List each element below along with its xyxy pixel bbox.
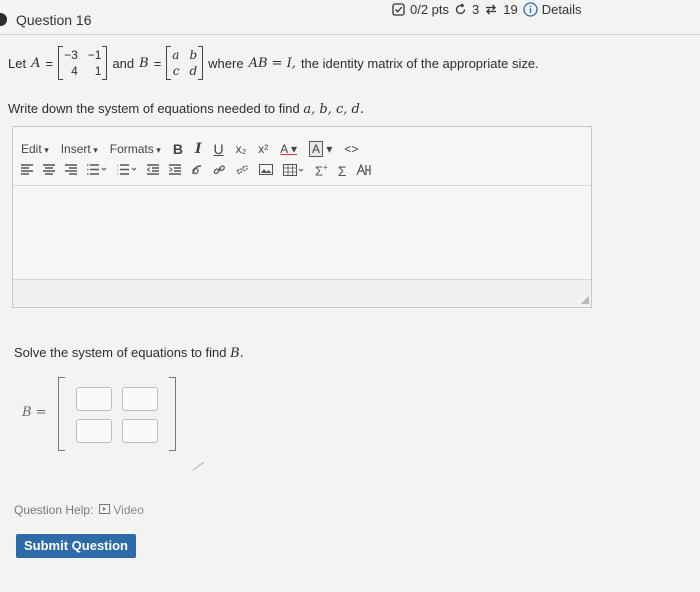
edit-menu[interactable]: Edit [21, 142, 49, 156]
a-label: A [31, 55, 41, 71]
points-icon [392, 2, 405, 16]
editor-status-bar [13, 279, 591, 306]
attempts-count: 19 [503, 1, 518, 17]
matrix-entry-c[interactable] [76, 419, 112, 443]
matrix-b-cell: c [172, 64, 180, 78]
matrix-a-cell: −1 [87, 48, 102, 62]
video-label: Video [113, 503, 144, 517]
where-text: where [208, 55, 244, 71]
bullet-list-icon[interactable] [87, 164, 107, 178]
align-center-icon[interactable] [43, 164, 55, 178]
increase-indent-icon[interactable] [169, 164, 181, 178]
editor-toolbar-row-2: Σ+ Σ [21, 162, 372, 179]
question-help: Question Help: Video [14, 503, 144, 517]
source-code-button[interactable]: <> [344, 142, 358, 156]
instruction-vars: a, b, c, d. [303, 102, 364, 117]
numbered-list-icon[interactable] [116, 164, 137, 178]
question-header-info: 0/2 pts 3 19 Details [392, 0, 581, 18]
identity-equation: AB = I, [248, 55, 296, 71]
editor-toolbar-row-1: Edit Insert Formats B I U x₂ x² A ▾ A ▾ … [21, 141, 358, 157]
video-link[interactable]: Video [99, 503, 144, 517]
editor-content-area[interactable] [13, 186, 591, 278]
matrix-a-cell: −3 [64, 48, 78, 62]
matrix-a-cell: 4 [71, 64, 78, 78]
background-color-label: A [309, 141, 324, 157]
align-right-icon[interactable] [65, 164, 77, 178]
unlink-icon[interactable] [236, 164, 249, 179]
sum-icon[interactable]: Σ [338, 163, 347, 179]
matrix-left-bracket [58, 377, 65, 451]
question-bullet [0, 13, 7, 26]
retry-icon [454, 2, 467, 16]
image-icon[interactable] [191, 164, 203, 179]
insert-image-icon[interactable] [259, 164, 273, 178]
pen-stroke-mark [192, 461, 205, 471]
let-prefix: Let [8, 55, 27, 71]
answer-prompt-text: Solve the system of equations to find [14, 345, 227, 360]
italic-button[interactable]: I [195, 141, 202, 157]
decrease-indent-icon[interactable] [146, 164, 159, 178]
points-text: 0/2 pts [410, 1, 450, 17]
accessibility-check-icon[interactable] [356, 162, 372, 179]
matrix-b-cell: b [189, 48, 198, 62]
question-title: Question 16 [16, 12, 92, 28]
underline-button[interactable]: U [214, 141, 224, 157]
instruction-text: Write down the system of equations neede… [8, 101, 300, 116]
background-color-button[interactable]: A ▾ [309, 141, 332, 157]
b-label: B [139, 55, 149, 71]
answer-matrix-label: B = [22, 405, 47, 420]
instruction-line: Write down the system of equations neede… [8, 101, 364, 117]
answer-prompt: Solve the system of equations to find B. [14, 345, 244, 361]
answer-matrix [58, 377, 176, 451]
info-icon [523, 1, 538, 17]
submit-question-button[interactable]: Submit Question [16, 534, 136, 558]
identity-suffix: the identity matrix of the appropriate s… [300, 55, 539, 71]
rich-text-editor: Edit Insert Formats B I U x₂ x² A ▾ A ▾ … [12, 126, 592, 308]
help-label: Question Help: [14, 503, 94, 517]
equals-sign: = [153, 55, 162, 71]
matrix-entry-a[interactable] [76, 387, 112, 411]
details-link[interactable]: Details [523, 1, 582, 17]
answer-prompt-var: B. [230, 346, 244, 361]
link-icon[interactable] [213, 164, 226, 179]
matrix-right-bracket [169, 377, 176, 451]
formats-menu[interactable]: Formats [110, 142, 161, 156]
matrix-b-cell: d [189, 64, 198, 78]
matrix-a-cell: 1 [94, 64, 102, 78]
text-color-button[interactable]: A ▾ [280, 142, 297, 156]
resize-handle[interactable] [581, 296, 589, 304]
equals-sign: = [45, 55, 54, 71]
superscript-button[interactable]: x² [258, 142, 268, 156]
matrix-b: a b c d [166, 46, 203, 80]
subscript-button[interactable]: x₂ [236, 142, 247, 156]
video-icon [99, 503, 111, 517]
sum-plus-icon[interactable]: Σ+ [315, 163, 328, 178]
retries-count: 3 [472, 1, 480, 17]
problem-statement: Let A = −3 −1 4 1 and B = a b c d where … [8, 46, 539, 80]
insert-menu[interactable]: Insert [61, 142, 98, 156]
details-label: Details [541, 1, 582, 17]
header-divider [0, 34, 700, 35]
align-left-icon[interactable] [21, 164, 33, 178]
matrix-entry-d[interactable] [122, 419, 158, 443]
matrix-entry-b[interactable] [122, 387, 158, 411]
and-text: and [112, 55, 135, 71]
matrix-a: −3 −1 4 1 [58, 46, 108, 80]
text-color-label: A [280, 142, 288, 156]
attempts-icon [484, 3, 498, 16]
bold-button[interactable]: B [173, 141, 183, 157]
table-icon[interactable] [283, 163, 305, 179]
matrix-b-cell: a [172, 48, 180, 62]
